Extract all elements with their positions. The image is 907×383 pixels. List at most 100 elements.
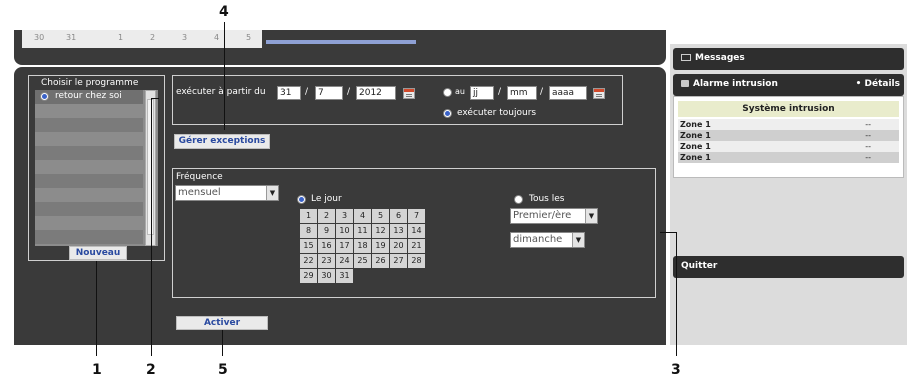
to-month-field[interactable]: mm	[507, 86, 537, 100]
zone-row: Zone 1 --	[678, 152, 899, 163]
calendar-day[interactable]: 13	[390, 224, 407, 238]
date-separator: /	[305, 87, 309, 97]
frequency-select[interactable]: mensuel ▼	[175, 185, 279, 201]
from-month-field[interactable]: 7	[315, 86, 343, 100]
messages-header[interactable]: Messages	[673, 48, 904, 70]
day-of-month-label: Le jour	[311, 194, 342, 204]
calendar-day[interactable]: 23	[318, 254, 335, 268]
top-date-strip: 30 31 1 2 3 4 5	[14, 30, 666, 65]
zone-name: Zone 1	[680, 142, 711, 151]
callout-leader-2	[151, 98, 152, 356]
to-calendar-icon[interactable]	[593, 88, 605, 99]
zone-name: Zone 1	[680, 153, 711, 162]
from-label: exécuter à partir du	[176, 87, 266, 97]
calendar-day[interactable]: 16	[318, 239, 335, 253]
callout-number-5: 5	[218, 362, 228, 378]
zone-row: Zone 1 --	[678, 130, 899, 141]
quit-button[interactable]: Quitter	[673, 256, 904, 278]
callout-leader-3	[676, 232, 677, 356]
zone-status: --	[865, 153, 871, 162]
callout-leader-4	[224, 22, 225, 130]
callout-leader-2	[151, 98, 159, 99]
calendar-day[interactable]: 6	[390, 209, 407, 223]
callout-number-2: 2	[146, 362, 156, 378]
zone-status: --	[865, 142, 871, 151]
date-tab[interactable]: 1	[118, 33, 123, 42]
calendar-day[interactable]: 17	[336, 239, 353, 253]
program-name: retour chez soi	[55, 91, 122, 101]
program-editor-panel: Choisir le programme retour chez soi Nou…	[14, 67, 666, 345]
weekday-value: dimanche	[513, 234, 563, 245]
callout-leader-5	[222, 330, 223, 356]
calendar-day[interactable]: 2	[318, 209, 335, 223]
date-tab[interactable]: 31	[66, 33, 76, 42]
quit-label: Quitter	[681, 261, 718, 271]
chevron-down-icon[interactable]: ▼	[585, 209, 597, 223]
calendar-day[interactable]: 27	[390, 254, 407, 268]
ordinal-select[interactable]: Premier/ère ▼	[510, 208, 598, 224]
calendar-day[interactable]: 21	[408, 239, 425, 253]
frequency-label: Fréquence	[176, 172, 223, 182]
calendar-day[interactable]: 1	[300, 209, 317, 223]
calendar-day[interactable]: 19	[372, 239, 389, 253]
date-tab[interactable]: 30	[34, 33, 44, 42]
program-chooser-title: Choisir le programme	[41, 78, 139, 88]
calendar-day[interactable]: 15	[300, 239, 317, 253]
date-separator: /	[498, 87, 502, 97]
new-program-button[interactable]: Nouveau	[69, 246, 127, 260]
weekday-select[interactable]: dimanche ▼	[510, 232, 585, 248]
date-tab[interactable]: 2	[150, 33, 155, 42]
calendar-day[interactable]: 11	[354, 224, 371, 238]
calendar-day[interactable]: 7	[408, 209, 425, 223]
from-year-field[interactable]: 2012	[356, 86, 396, 100]
calendar-day[interactable]: 10	[336, 224, 353, 238]
calendar-day[interactable]: 12	[372, 224, 389, 238]
program-list-item[interactable]: retour chez soi	[35, 90, 143, 104]
chevron-down-icon[interactable]: ▼	[572, 233, 584, 247]
calendar-day[interactable]: 4	[354, 209, 371, 223]
details-link[interactable]: • Détails	[856, 74, 900, 94]
day-of-month-radio[interactable]	[297, 195, 306, 204]
program-list[interactable]: retour chez soi	[35, 90, 158, 246]
calendar-day[interactable]: 14	[408, 224, 425, 238]
calendar-day[interactable]: 31	[336, 269, 353, 283]
schedule-range: exécuter à partir du 31 / 7 / 2012 au jj…	[172, 75, 623, 125]
calendar-day[interactable]: 22	[300, 254, 317, 268]
date-tab[interactable]: 5	[246, 33, 251, 42]
calendar-day[interactable]: 20	[390, 239, 407, 253]
end-date-radio[interactable]	[443, 88, 452, 97]
callout-leader-1	[96, 261, 97, 356]
to-day-field[interactable]: jj	[470, 86, 494, 100]
to-year-field[interactable]: aaaa	[549, 86, 587, 100]
calendar-day[interactable]: 8	[300, 224, 317, 238]
calendar-day[interactable]: 18	[354, 239, 371, 253]
calendar-day[interactable]: 25	[354, 254, 371, 268]
date-tab[interactable]: 4	[214, 33, 219, 42]
date-tab[interactable]: 3	[182, 33, 187, 42]
calendar-day[interactable]: 29	[300, 269, 317, 283]
calendar-day[interactable]: 30	[318, 269, 335, 283]
calendar-day[interactable]: 26	[372, 254, 389, 268]
activate-button[interactable]: Activer	[176, 316, 268, 330]
every-radio[interactable]	[514, 195, 523, 204]
program-chooser: Choisir le programme retour chez soi Nou…	[28, 75, 165, 261]
envelope-icon	[681, 54, 691, 61]
calendar-day[interactable]: 28	[408, 254, 425, 268]
callout-number-3: 3	[671, 362, 681, 378]
zone-name: Zone 1	[680, 120, 711, 129]
chevron-down-icon[interactable]: ▼	[266, 186, 278, 200]
calendar-day[interactable]: 3	[336, 209, 353, 223]
calendar-day[interactable]: 9	[318, 224, 335, 238]
zone-status: --	[865, 120, 871, 129]
every-label: Tous les	[529, 194, 565, 204]
program-radio[interactable]	[40, 92, 49, 101]
from-calendar-icon[interactable]	[403, 88, 415, 99]
lock-icon	[681, 80, 689, 87]
callout-leader-3	[660, 232, 676, 233]
calendar-day[interactable]: 5	[372, 209, 389, 223]
manage-exceptions-button[interactable]: Gérer exceptions	[174, 134, 270, 149]
calendar-day[interactable]: 24	[336, 254, 353, 268]
always-label: exécuter toujours	[457, 108, 537, 118]
from-day-field[interactable]: 31	[277, 86, 301, 100]
always-radio[interactable]	[443, 109, 452, 118]
